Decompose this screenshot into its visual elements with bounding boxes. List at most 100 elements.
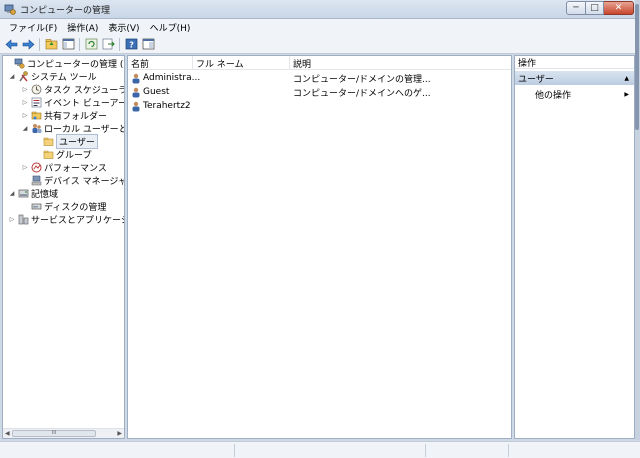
maximize-button[interactable]: □ <box>586 1 604 15</box>
tree-expander[interactable]: ▷ <box>21 164 29 171</box>
tree-item-label: ディスクの管理 <box>44 203 107 213</box>
actions-section-label: ユーザー <box>518 74 554 85</box>
minimize-button[interactable]: ─ <box>566 1 586 15</box>
export-list-icon[interactable] <box>101 37 115 51</box>
tree-item-users[interactable]: ユーザー <box>41 134 98 149</box>
system-tools-icon <box>18 71 29 82</box>
shared-folder-icon <box>31 110 42 121</box>
actions-section-users[interactable]: ユーザー ▲ <box>515 71 634 85</box>
tree-item-label: イベント ビューアー <box>44 99 125 109</box>
close-button[interactable]: ✕ <box>604 1 634 15</box>
tree-item-label: パフォーマンス <box>44 164 107 174</box>
tree-item-label: タスク スケジューラ <box>44 86 125 96</box>
tree-item-groups[interactable]: グループ <box>41 148 91 161</box>
tree-item-label: 共有フォルダー <box>44 112 108 122</box>
menu-view[interactable]: 表示(V) <box>103 21 144 34</box>
window-title: コンピューターの管理 <box>20 5 111 16</box>
action-label: 他の操作 <box>535 90 572 101</box>
user-description: コンピューター/ドメインの管理... <box>293 74 431 85</box>
status-bar-divider <box>425 444 426 457</box>
toolbar-separator <box>79 37 80 51</box>
user-name-cell: Terahertz2 <box>128 101 290 112</box>
tree-expander[interactable]: ◢ <box>8 190 16 197</box>
tree-item-label: コンピューターの管理 (ローカ <box>27 60 124 70</box>
user-name: Guest <box>143 87 170 97</box>
tree-item-shared-folders[interactable]: ▷ 共有フォルダー <box>21 109 107 122</box>
tree-expander[interactable]: ▷ <box>21 86 29 93</box>
tree-expander[interactable]: ◢ <box>21 125 29 132</box>
table-row[interactable]: Terahertz2 <box>128 99 511 113</box>
collapse-arrow-icon[interactable]: ▲ <box>624 75 629 82</box>
users-group-icon <box>31 123 42 134</box>
properties-icon[interactable] <box>141 37 155 51</box>
user-name: Terahertz2 <box>143 101 191 111</box>
tree-item-services-applications[interactable]: ▷ サービスとアプリケーショ <box>8 213 124 226</box>
action-more-actions[interactable]: 他の操作 ▶ <box>515 87 634 101</box>
tree-item-label: ユーザー <box>56 134 98 149</box>
user-icon <box>131 73 141 84</box>
event-viewer-icon <box>31 97 42 108</box>
column-header-description[interactable]: 説明 <box>290 56 511 70</box>
services-icon <box>18 214 29 225</box>
status-bar-divider <box>234 444 235 457</box>
disk-icon <box>31 201 42 212</box>
tree-expander[interactable]: ▷ <box>21 112 29 119</box>
tree-horizontal-scrollbar[interactable]: ◀ III ▶ <box>3 428 124 438</box>
tree-item-label: サービスとアプリケーショ <box>31 216 124 226</box>
user-name-cell: Guest <box>128 87 290 98</box>
table-row[interactable]: Administra... コンピューター/ドメインの管理... <box>128 71 511 85</box>
forward-arrow-icon[interactable] <box>21 37 35 51</box>
actions-header: 操作 <box>515 56 634 69</box>
status-bar <box>0 441 640 458</box>
user-icon <box>131 101 141 112</box>
show-hide-tree-icon[interactable] <box>61 37 75 51</box>
folder-icon <box>43 149 54 160</box>
back-arrow-icon[interactable] <box>4 37 18 51</box>
window-edge-scrollbar[interactable] <box>635 0 640 440</box>
toolbar-separator <box>39 37 40 51</box>
tree-item-event-viewer[interactable]: ▷ イベント ビューアー <box>21 96 125 109</box>
list-header: 名前 フル ネーム 説明 <box>128 56 511 70</box>
action-pane: 操作 ユーザー ▲ 他の操作 ▶ <box>514 55 635 439</box>
tree-item-computer-management[interactable]: コンピューターの管理 (ローカ <box>4 57 124 70</box>
user-list-pane[interactable]: 名前 フル ネーム 説明 Administra... コンピューター/ドメインの… <box>127 55 512 439</box>
help-icon[interactable]: ? <box>124 37 138 51</box>
svg-text:?: ? <box>129 41 134 50</box>
tree-item-task-scheduler[interactable]: ▷ タスク スケジューラ <box>21 83 125 96</box>
scroll-left-arrow[interactable]: ◀ <box>5 430 10 437</box>
title-bar[interactable]: コンピューターの管理 ─ □ ✕ <box>0 0 640 19</box>
scroll-right-arrow[interactable]: ▶ <box>117 430 122 437</box>
scroll-thumb[interactable] <box>635 4 639 130</box>
menu-help[interactable]: ヘルプ(H) <box>145 21 196 34</box>
scroll-thumb[interactable]: III <box>12 430 96 437</box>
tree-item-system-tools[interactable]: ◢ システム ツール <box>8 70 97 83</box>
toolbar: ? <box>0 35 640 54</box>
menu-file[interactable]: ファイル(F) <box>4 21 62 34</box>
column-header-full-name[interactable]: フル ネーム <box>193 56 290 70</box>
refresh-icon[interactable] <box>84 37 98 51</box>
computer-management-icon <box>14 58 25 69</box>
submenu-arrow-icon: ▶ <box>624 90 629 98</box>
folder-icon <box>43 136 54 147</box>
tree-item-storage[interactable]: ◢ 記憶域 <box>8 187 58 200</box>
tree-expander[interactable]: ◢ <box>8 73 16 80</box>
column-header-name[interactable]: 名前 <box>128 56 193 70</box>
menu-bar: ファイル(F) 操作(A) 表示(V) ヘルプ(H) <box>0 19 640 35</box>
tree-expander[interactable]: ▷ <box>21 99 29 106</box>
computer-management-app-icon <box>4 3 16 15</box>
up-folder-icon[interactable] <box>44 37 58 51</box>
toolbar-separator <box>119 37 120 51</box>
tree-item-label: 記憶域 <box>31 190 59 200</box>
performance-icon <box>31 162 42 173</box>
tree-item-disk-management[interactable]: ディスクの管理 <box>21 200 106 213</box>
tree-item-performance[interactable]: ▷ パフォーマンス <box>21 161 107 174</box>
window-controls: ─ □ ✕ <box>566 1 634 15</box>
tree-expander[interactable]: ▷ <box>8 216 16 223</box>
clock-icon <box>31 84 42 95</box>
tree-item-device-manager[interactable]: デバイス マネージャー <box>21 174 124 187</box>
console-tree-pane[interactable]: コンピューターの管理 (ローカ ◢ システム ツール ▷ タスク スケジューラ … <box>2 55 125 439</box>
user-name-cell: Administra... <box>128 73 290 84</box>
user-name: Administra... <box>143 73 201 83</box>
table-row[interactable]: Guest コンピューター/ドメインへのゲ... <box>128 85 511 99</box>
menu-action[interactable]: 操作(A) <box>62 21 103 34</box>
